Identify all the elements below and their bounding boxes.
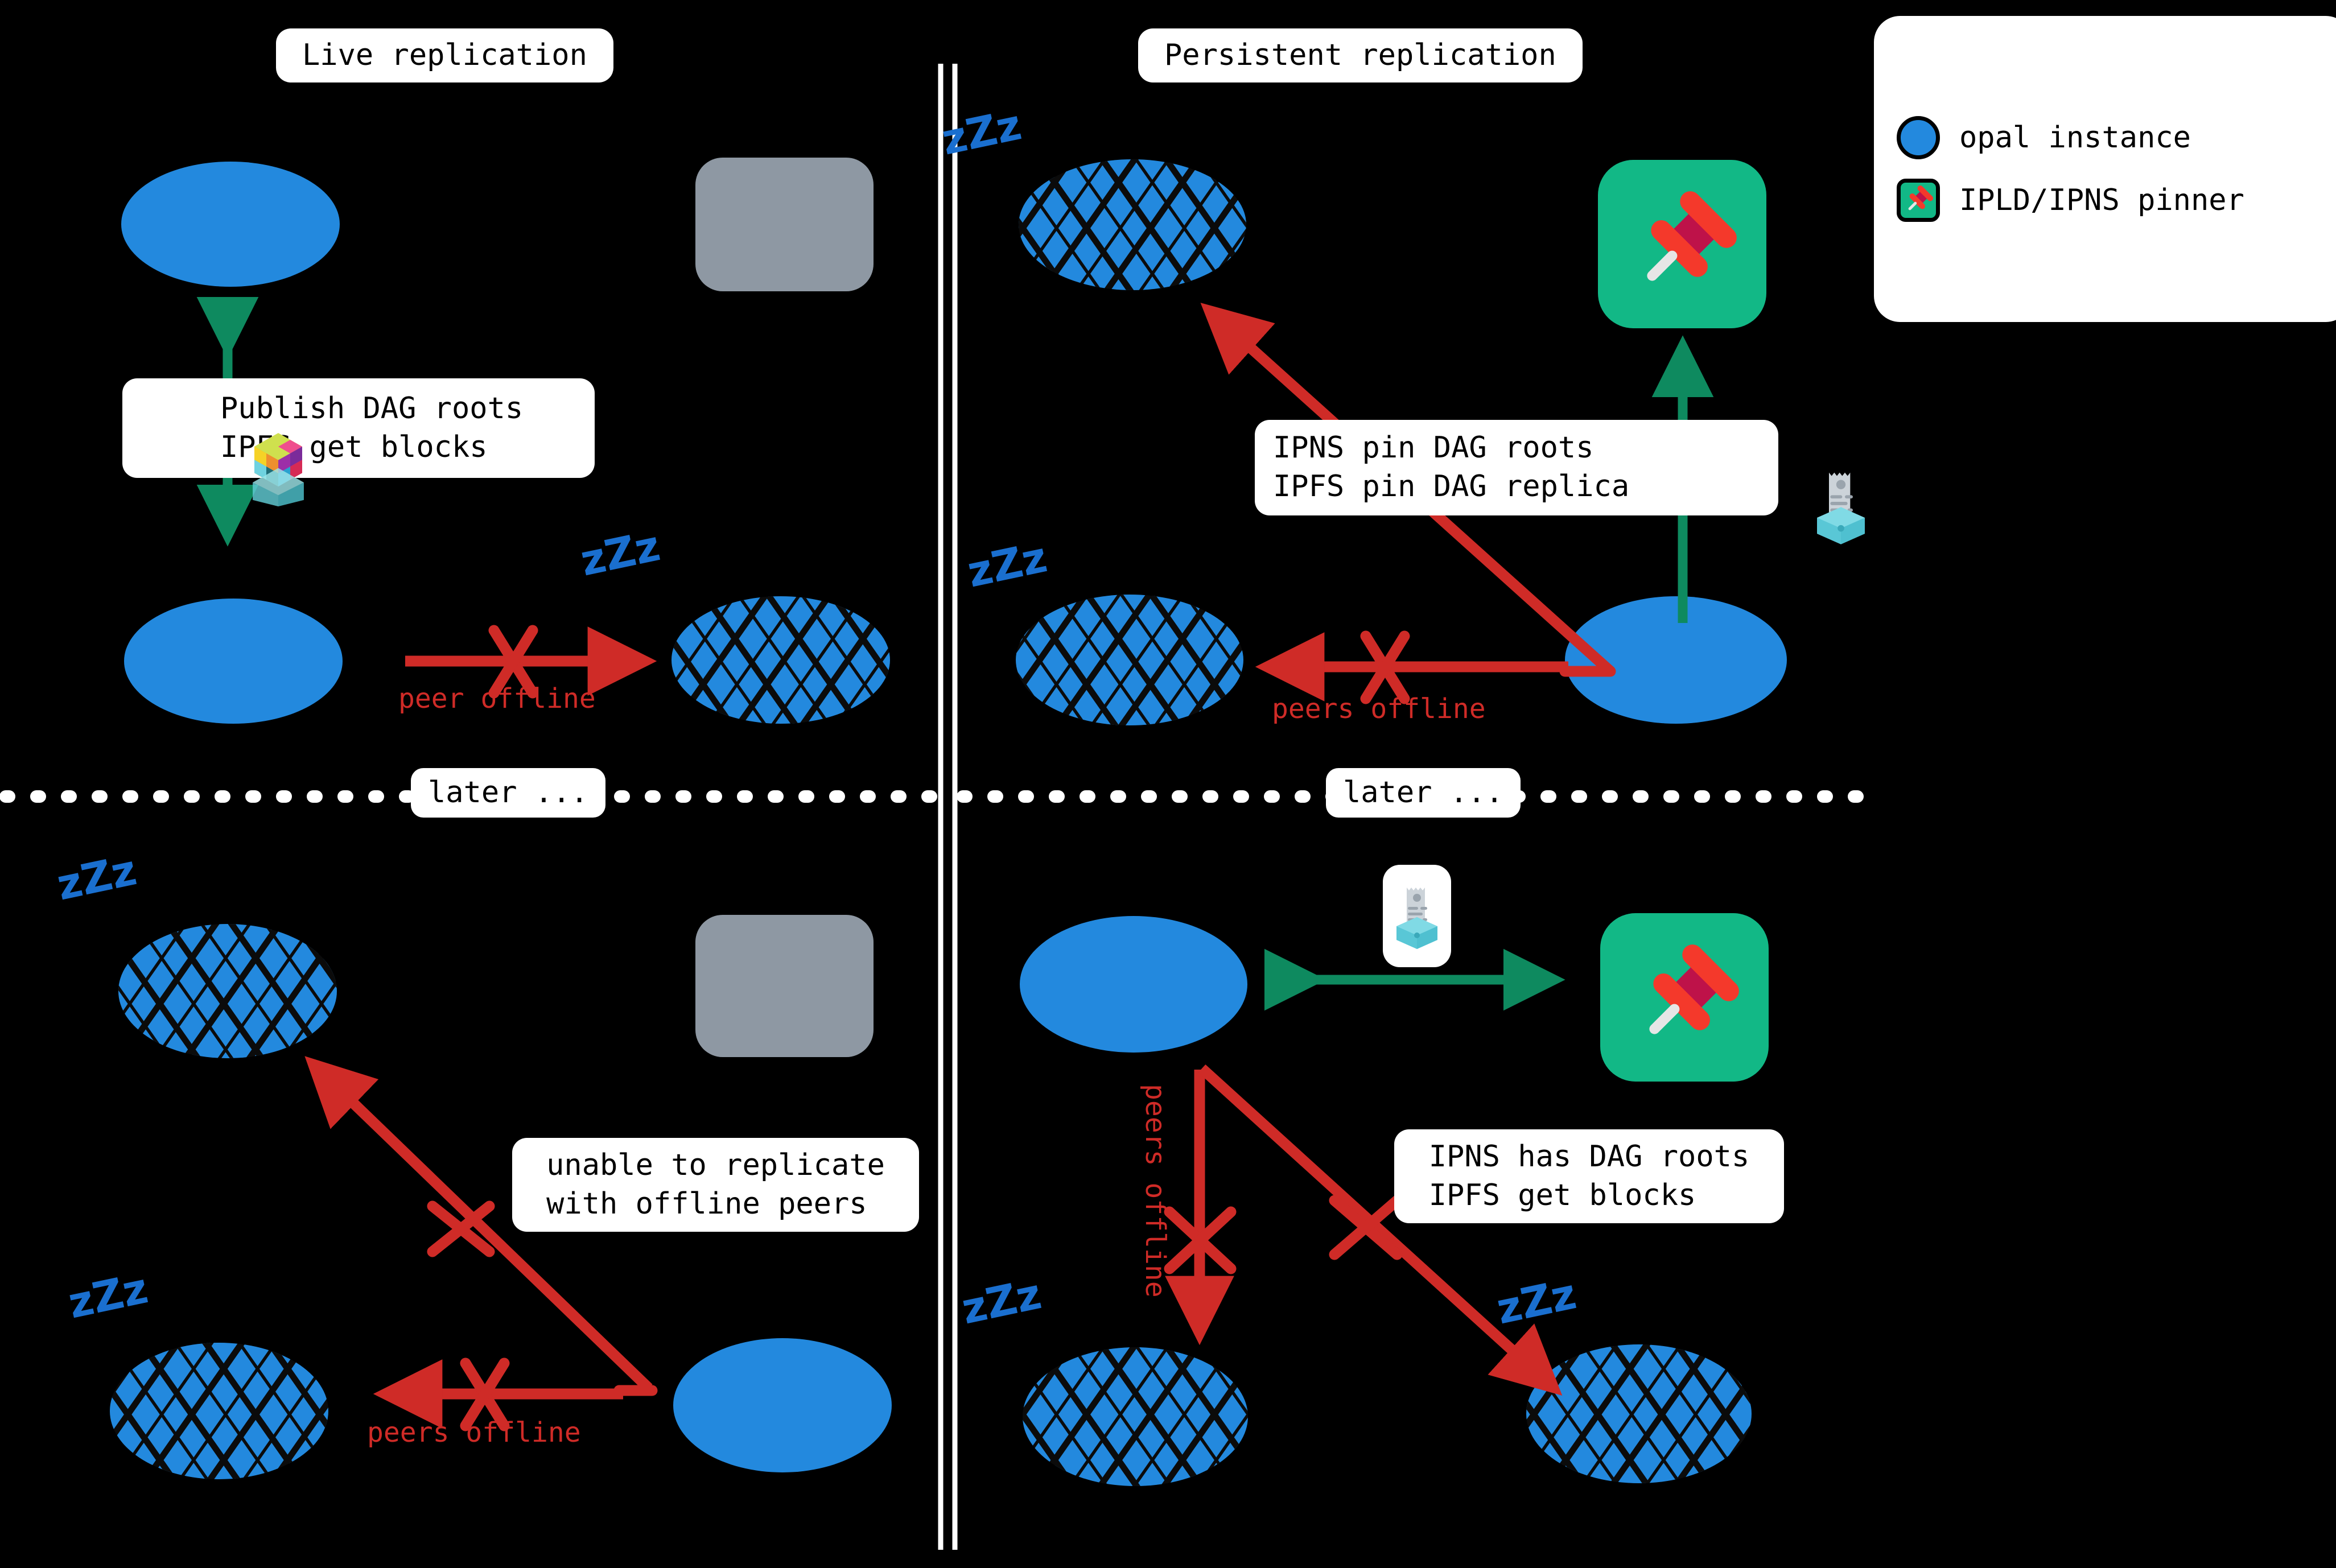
node-online-bl (673, 1338, 892, 1472)
note-ipns-has-text: IPNS has DAG roots IPFS get blocks (1429, 1138, 1750, 1215)
node-offline-tl (671, 596, 890, 724)
note-unable-text: unable to replicate with offline peers (546, 1146, 885, 1223)
later-label-right: later ... (1326, 768, 1521, 818)
note-line-1: IPNS has DAG roots (1428, 1139, 1750, 1174)
pushpin-icon (1621, 934, 1749, 1062)
legend-label-ipld-ipns-pinner: IPLD/IPNS pinner (1959, 183, 2244, 217)
node-offline-tr-1 (1019, 159, 1246, 290)
later-label-left-text: later ... (428, 775, 588, 810)
sleep-mark-text: zZz (64, 1264, 153, 1328)
sleep-mark-tl: zZz (576, 521, 665, 585)
node-online-br (1020, 916, 1247, 1053)
edge-label-peer-offline-tl: peer offline (398, 683, 596, 715)
placeholder-box-tl (695, 158, 874, 291)
node-offline-br-2 (1526, 1344, 1752, 1483)
note-ipns-has-dag-roots: IPNS has DAG roots IPFS get blocks (1394, 1129, 1784, 1223)
sleep-mark-bl-2: zZz (64, 1264, 153, 1328)
diagram-canvas: Live replication Persistent replication … (0, 0, 2336, 1568)
note-ipns-pin-text: IPNS pin DAG roots IPFS pin DAG replica (1273, 429, 1629, 506)
panel-divider-vertical (938, 64, 958, 1550)
legend-item-opal-instance: opal instance (1897, 116, 2329, 159)
sleep-mark-text: zZz (52, 845, 141, 910)
sleep-mark-tr-2: zZz (963, 533, 1052, 597)
note-line-2: IPFS pin DAG replica (1273, 469, 1630, 504)
arrow-peers-offline-down-br (1164, 1070, 1237, 1346)
edge-label-peers-offline-tr: peers offline (1272, 693, 1486, 725)
node-offline-bl-2 (110, 1343, 328, 1479)
sleep-mark-text: zZz (937, 100, 1026, 165)
sleep-mark-bl-1: zZz (53, 845, 141, 910)
later-label-left: later ... (411, 768, 605, 818)
pushpin-icon (1897, 179, 1940, 222)
arrow-peers-offline-diag-br (1198, 1064, 1563, 1396)
sleep-mark-text: zZz (576, 521, 665, 586)
sleep-mark-br-2: zZz (1493, 1269, 1581, 1334)
edge-label-peers-offline-br: peers offline (1139, 1084, 1171, 1298)
note-line-1: unable to replicate (546, 1148, 885, 1182)
panel-title-live-replication: Live replication (276, 28, 613, 82)
ipns-receipt-cube-icon (1700, 428, 1865, 544)
panel-title-persistent-replication: Persistent replication (1138, 28, 1583, 82)
note-line-1: Publish DAG roots (220, 391, 524, 426)
note-publish-dag-roots: Publish DAG roots IPFS get blocks (122, 378, 595, 506)
panel-title-left-text: Live replication (302, 38, 587, 72)
sleep-mark-text: zZz (957, 1269, 1046, 1334)
later-label-right-text: later ... (1343, 775, 1503, 810)
arrow-peers-offline-tr (1255, 630, 1616, 704)
edge-label-peers-offline-bl: peers offline (367, 1417, 581, 1449)
pushpin-icon (1619, 181, 1747, 309)
note-ipns-pin-dag-roots: IPNS pin DAG roots IPFS pin DAG replica (1255, 420, 1865, 544)
note-unable-to-replicate: unable to replicate with offline peers (512, 1138, 919, 1232)
blue-circle-icon (1897, 116, 1940, 159)
sleep-mark-text: zZz (963, 533, 1052, 597)
note-line-2: with offline peers (546, 1186, 867, 1221)
note-line-2: IPFS get blocks (1428, 1178, 1696, 1212)
legend-panel: opal instance IPLD/IPNS pinner (1874, 16, 2336, 322)
sleep-mark-br-1: zZz (958, 1269, 1046, 1334)
node-online-tl-1 (121, 162, 340, 287)
ipld-cube-icon (131, 389, 304, 506)
node-online-tl-2 (124, 599, 343, 724)
node-offline-bl-1 (118, 924, 337, 1058)
placeholder-box-bl (695, 915, 874, 1057)
node-offline-tr-2 (1016, 595, 1243, 725)
ipns-receipt-cube-icon (1389, 873, 1445, 962)
sleep-mark-text: zZz (1492, 1269, 1581, 1334)
sleep-mark-tr-1: zZz (938, 100, 1026, 164)
legend-item-ipld-ipns-pinner: IPLD/IPNS pinner (1897, 179, 2329, 222)
ipns-icon-pill-br (1383, 865, 1451, 967)
note-line-1: IPNS pin DAG roots (1273, 431, 1594, 465)
legend-label-opal-instance: opal instance (1959, 121, 2191, 155)
panel-title-right-text: Persistent replication (1164, 38, 1556, 72)
node-offline-br-1 (1023, 1347, 1248, 1486)
